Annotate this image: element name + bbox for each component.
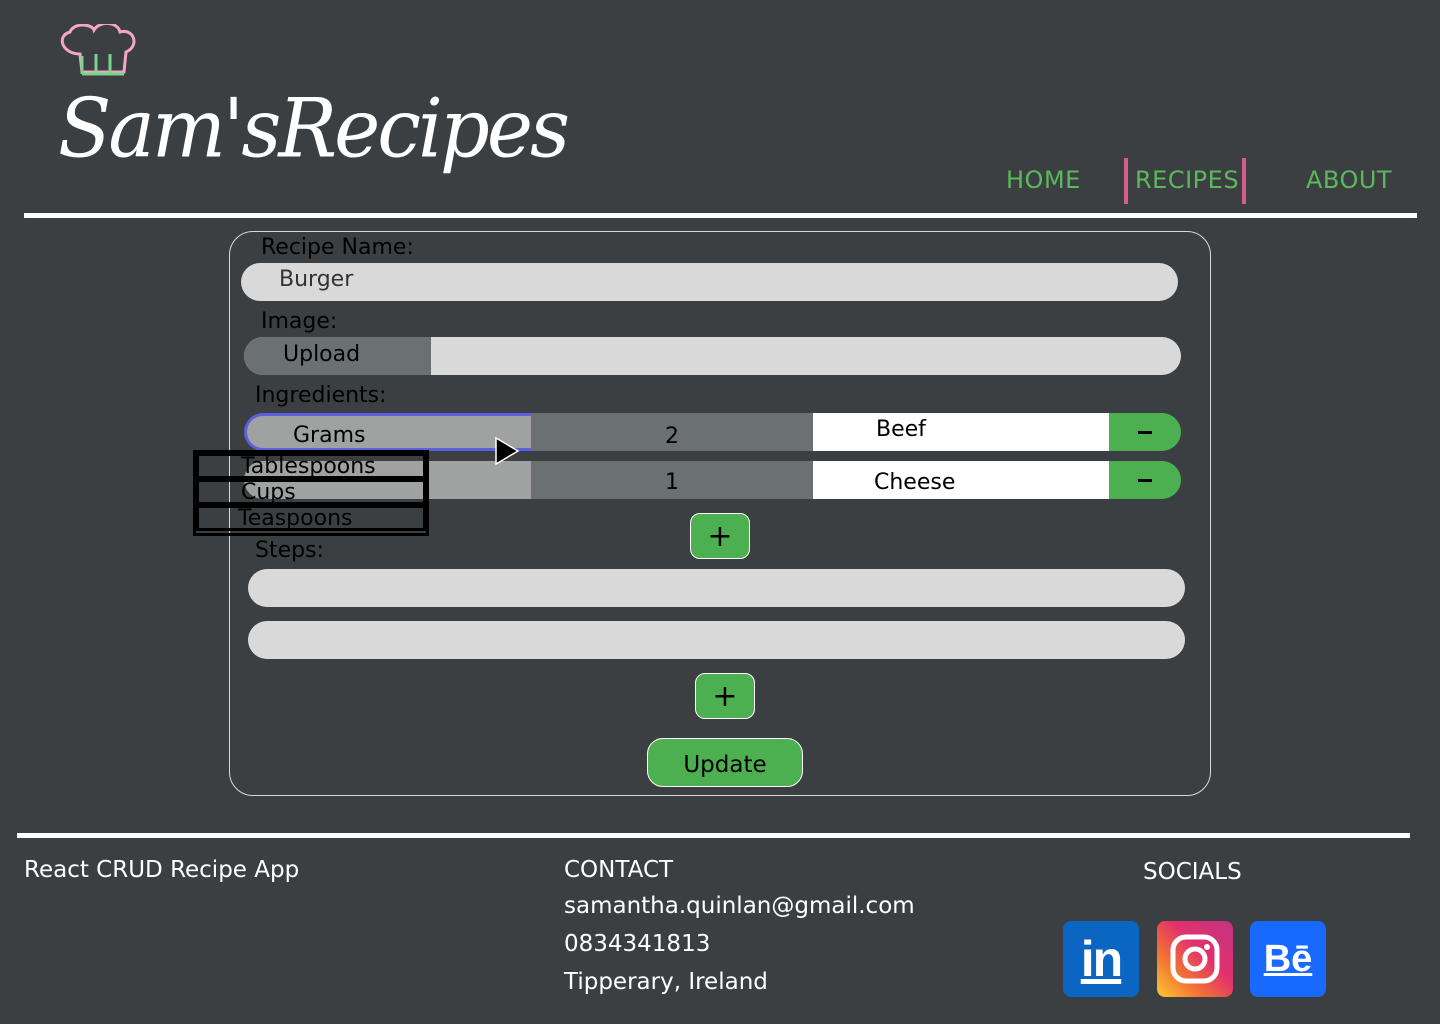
- linkedin-label: in: [1080, 931, 1123, 987]
- unit-option-label: Cups: [241, 480, 296, 505]
- main-nav: HOME RECIPES ABOUT: [0, 158, 1440, 204]
- contact-email[interactable]: samantha.quinlan@gmail.com: [564, 893, 915, 919]
- quantity-input[interactable]: 1: [531, 461, 813, 499]
- steps-label: Steps:: [255, 538, 324, 563]
- footer-app-name: React CRUD Recipe App: [24, 857, 300, 883]
- nav-active-divider-left: [1124, 158, 1128, 204]
- remove-ingredient-button[interactable]: [1109, 461, 1181, 499]
- mouse-cursor-icon: [495, 436, 520, 466]
- quantity-input[interactable]: 2: [531, 413, 813, 451]
- unit-option-teaspoons[interactable]: Teaspoons: [196, 505, 426, 531]
- ingredient-row: Grams 2 Beef: [244, 413, 1181, 451]
- unit-select-value: Grams: [293, 423, 366, 448]
- footer-divider: [17, 833, 1410, 838]
- step-input[interactable]: [248, 621, 1185, 659]
- nav-about-link[interactable]: ABOUT: [1306, 166, 1392, 194]
- unit-option-label: Teaspoons: [238, 506, 353, 531]
- contact-location: Tipperary, Ireland: [564, 969, 768, 995]
- ingredient-name-input[interactable]: Cheese: [813, 461, 1109, 499]
- image-upload-field[interactable]: Upload: [244, 337, 1181, 375]
- header-divider: [24, 213, 1417, 218]
- behance-icon[interactable]: Bē: [1250, 921, 1326, 997]
- unit-option-label: Tablespoons: [241, 454, 376, 479]
- recipe-name-label: Recipe Name:: [261, 235, 414, 260]
- ingredients-label: Ingredients:: [255, 383, 387, 408]
- ingredient-name-input[interactable]: Beef: [813, 413, 1109, 451]
- contact-heading: CONTACT: [564, 857, 674, 883]
- upload-button[interactable]: Upload: [244, 337, 431, 375]
- nav-home-link[interactable]: HOME: [1006, 166, 1081, 194]
- linkedin-icon[interactable]: in: [1063, 921, 1139, 997]
- behance-label: Bē: [1263, 937, 1313, 980]
- add-ingredient-button[interactable]: +: [690, 513, 750, 559]
- nav-recipes-link[interactable]: RECIPES: [1135, 166, 1239, 194]
- recipe-name-value: Burger: [279, 267, 354, 292]
- contact-phone[interactable]: 0834341813: [564, 931, 710, 957]
- upload-button-label: Upload: [283, 342, 361, 367]
- unit-select[interactable]: Grams: [244, 413, 531, 451]
- nav-active-divider-right: [1242, 158, 1246, 204]
- step-input[interactable]: [248, 569, 1185, 607]
- recipe-name-input[interactable]: Burger: [241, 263, 1178, 301]
- minus-icon: [1138, 478, 1152, 482]
- unit-dropdown-menu: Tablespoons Cups Teaspoons: [193, 450, 429, 536]
- ingredient-name-value: Beef: [876, 417, 926, 442]
- add-step-button[interactable]: +: [695, 673, 755, 719]
- image-label: Image:: [261, 309, 338, 334]
- instagram-glyph: [1170, 934, 1220, 984]
- unit-option-tablespoons[interactable]: Tablespoons: [196, 453, 426, 479]
- ingredient-name-value: Cheese: [874, 470, 956, 495]
- socials-heading: SOCIALS: [1143, 859, 1242, 885]
- quantity-value: 1: [665, 470, 679, 495]
- unit-option-cups[interactable]: Cups: [196, 479, 426, 505]
- quantity-value: 2: [665, 424, 679, 449]
- remove-ingredient-button[interactable]: [1109, 413, 1181, 451]
- update-button[interactable]: Update: [647, 738, 803, 787]
- instagram-icon[interactable]: [1157, 921, 1233, 997]
- minus-icon: [1138, 430, 1152, 434]
